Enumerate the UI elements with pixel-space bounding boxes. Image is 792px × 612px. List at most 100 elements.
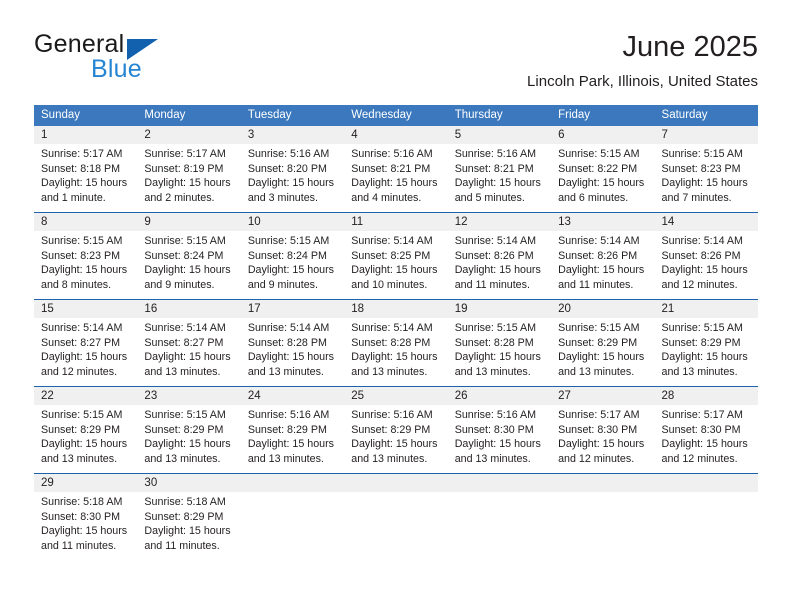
- day-cell[interactable]: Sunrise: 5:15 AM Sunset: 8:29 PM Daylight:…: [551, 321, 654, 384]
- day-cell-empty: [655, 495, 758, 558]
- day-cell[interactable]: Sunrise: 5:17 AM Sunset: 8:19 PM Daylight:…: [137, 147, 240, 210]
- day-number[interactable]: 12: [448, 213, 551, 231]
- day-number[interactable]: 21: [655, 300, 758, 318]
- day-detail-line: Daylight: 15 hours: [558, 351, 645, 364]
- day-detail-line: and 13 minutes.: [247, 452, 324, 465]
- day-detail-line: and 13 minutes.: [558, 365, 635, 378]
- day-cell[interactable]: Sunrise: 5:15 AM Sunset: 8:24 PM Daylight:…: [241, 234, 344, 297]
- day-number[interactable]: 7: [655, 126, 758, 144]
- location-subtitle: Lincoln Park, Illinois, United States: [527, 73, 758, 90]
- day-detail-line: Daylight: 15 hours: [144, 438, 231, 451]
- weekday-header-monday: Monday: [144, 109, 186, 121]
- day-cell[interactable]: Sunrise: 5:14 AM Sunset: 8:28 PM Daylight:…: [344, 321, 447, 384]
- day-detail-line: Sunset: 8:26 PM: [558, 249, 638, 262]
- day-detail-line: Sunset: 8:28 PM: [454, 336, 534, 349]
- day-number[interactable]: 2: [137, 126, 240, 144]
- day-number[interactable]: 22: [34, 387, 137, 405]
- day-number[interactable]: 9: [137, 213, 240, 231]
- day-number[interactable]: 15: [34, 300, 137, 318]
- day-number[interactable]: 14: [655, 213, 758, 231]
- day-cell[interactable]: Sunrise: 5:15 AM Sunset: 8:28 PM Daylight:…: [448, 321, 551, 384]
- calendar-page: General Blue June 2025 Lincoln Park, Ill…: [0, 0, 792, 612]
- day-number[interactable]: 30: [137, 474, 240, 492]
- day-cell[interactable]: Sunrise: 5:16 AM Sunset: 8:21 PM Daylight:…: [448, 147, 551, 210]
- day-cell[interactable]: Sunrise: 5:16 AM Sunset: 8:29 PM Daylight:…: [241, 408, 344, 471]
- day-detail-line: and 6 minutes.: [558, 191, 629, 204]
- day-cell[interactable]: Sunrise: 5:14 AM Sunset: 8:26 PM Daylight:…: [655, 234, 758, 297]
- day-number[interactable]: 24: [241, 387, 344, 405]
- day-cell[interactable]: Sunrise: 5:15 AM Sunset: 8:29 PM Daylight:…: [655, 321, 758, 384]
- day-detail-line: Daylight: 15 hours: [41, 351, 128, 364]
- day-detail-line: and 9 minutes.: [247, 278, 318, 291]
- day-cell[interactable]: Sunrise: 5:18 AM Sunset: 8:30 PM Daylight:…: [34, 495, 137, 558]
- day-detail-line: Daylight: 15 hours: [454, 177, 541, 190]
- day-cell[interactable]: Sunrise: 5:16 AM Sunset: 8:21 PM Daylight:…: [344, 147, 447, 210]
- day-number[interactable]: 5: [448, 126, 551, 144]
- day-cell[interactable]: Sunrise: 5:16 AM Sunset: 8:30 PM Daylight:…: [448, 408, 551, 471]
- day-detail-line: Daylight: 15 hours: [144, 264, 231, 277]
- day-cell[interactable]: Sunrise: 5:14 AM Sunset: 8:25 PM Daylight:…: [344, 234, 447, 297]
- day-number[interactable]: 11: [344, 213, 447, 231]
- day-detail-line: Daylight: 15 hours: [41, 525, 128, 538]
- day-cell[interactable]: Sunrise: 5:16 AM Sunset: 8:29 PM Daylight:…: [344, 408, 447, 471]
- day-cell[interactable]: Sunrise: 5:16 AM Sunset: 8:20 PM Daylight:…: [241, 147, 344, 210]
- day-cell[interactable]: Sunrise: 5:14 AM Sunset: 8:26 PM Daylight:…: [448, 234, 551, 297]
- day-number[interactable]: 1: [34, 126, 137, 144]
- day-detail-line: Daylight: 15 hours: [41, 177, 128, 190]
- day-detail-line: Sunset: 8:19 PM: [144, 162, 224, 175]
- day-cell[interactable]: Sunrise: 5:17 AM Sunset: 8:30 PM Daylight:…: [551, 408, 654, 471]
- day-number[interactable]: 29: [34, 474, 137, 492]
- brand-logo[interactable]: General Blue: [34, 30, 214, 88]
- day-detail-line: Sunrise: 5:15 AM: [144, 235, 226, 247]
- day-number[interactable]: 23: [137, 387, 240, 405]
- day-cell-empty: [241, 495, 344, 558]
- day-number-empty: [551, 474, 654, 492]
- week-daynumber-band: 8 9 10 11 12 13 14: [34, 213, 758, 231]
- day-detail-line: Sunset: 8:30 PM: [558, 423, 638, 436]
- day-detail-line: Sunset: 8:29 PM: [144, 423, 224, 436]
- day-detail-line: Daylight: 15 hours: [351, 351, 438, 364]
- day-number[interactable]: 13: [551, 213, 654, 231]
- day-detail-line: Sunset: 8:29 PM: [558, 336, 638, 349]
- day-number[interactable]: 19: [448, 300, 551, 318]
- day-cell[interactable]: Sunrise: 5:15 AM Sunset: 8:24 PM Daylight:…: [137, 234, 240, 297]
- day-detail-line: Sunrise: 5:14 AM: [661, 235, 743, 247]
- day-detail-line: and 13 minutes.: [454, 365, 531, 378]
- day-cell[interactable]: Sunrise: 5:15 AM Sunset: 8:29 PM Daylight:…: [137, 408, 240, 471]
- day-cell[interactable]: Sunrise: 5:15 AM Sunset: 8:23 PM Daylight:…: [34, 234, 137, 297]
- day-detail-line: Sunrise: 5:15 AM: [558, 148, 640, 160]
- day-number[interactable]: 28: [655, 387, 758, 405]
- day-detail-line: Sunrise: 5:16 AM: [351, 409, 433, 421]
- day-number[interactable]: 8: [34, 213, 137, 231]
- day-cell[interactable]: Sunrise: 5:15 AM Sunset: 8:23 PM Daylight:…: [655, 147, 758, 210]
- day-detail-line: and 4 minutes.: [351, 191, 422, 204]
- day-detail-line: Daylight: 15 hours: [454, 438, 541, 451]
- calendar-week-row: 29 30 Sunrise: 5:18 AM Sunset: 8:30 PM Dayli…: [34, 473, 758, 560]
- day-cell[interactable]: Sunrise: 5:15 AM Sunset: 8:29 PM Daylight:…: [34, 408, 137, 471]
- day-cell[interactable]: Sunrise: 5:18 AM Sunset: 8:29 PM Daylight:…: [137, 495, 240, 558]
- day-detail-line: Sunrise: 5:15 AM: [247, 235, 330, 247]
- day-cell[interactable]: Sunrise: 5:17 AM Sunset: 8:18 PM Daylight:…: [34, 147, 137, 210]
- day-number[interactable]: 3: [241, 126, 344, 144]
- day-number[interactable]: 4: [344, 126, 447, 144]
- day-detail-line: Daylight: 15 hours: [351, 264, 438, 277]
- day-number[interactable]: 25: [344, 387, 447, 405]
- calendar-week-row: 8 9 10 11 12 13 14 Sunrise: 5:15 AM Sunset: 8:23…: [34, 212, 758, 299]
- day-number[interactable]: 10: [241, 213, 344, 231]
- day-number[interactable]: 18: [344, 300, 447, 318]
- day-number[interactable]: 6: [551, 126, 654, 144]
- day-detail-line: and 10 minutes.: [351, 278, 428, 291]
- day-cell[interactable]: Sunrise: 5:14 AM Sunset: 8:26 PM Daylight:…: [551, 234, 654, 297]
- day-number[interactable]: 17: [241, 300, 344, 318]
- day-number[interactable]: 16: [137, 300, 240, 318]
- calendar-weeks: 1 2 3 4 5 6 7 Sunrise: 5:17 AM Sunset: 8:18 PM Da…: [34, 126, 758, 560]
- day-cell[interactable]: Sunrise: 5:14 AM Sunset: 8:27 PM Daylight:…: [34, 321, 137, 384]
- day-detail-line: Daylight: 15 hours: [247, 438, 334, 451]
- day-number[interactable]: 27: [551, 387, 654, 405]
- day-cell[interactable]: Sunrise: 5:14 AM Sunset: 8:28 PM Daylight:…: [241, 321, 344, 384]
- day-cell[interactable]: Sunrise: 5:17 AM Sunset: 8:30 PM Daylight:…: [655, 408, 758, 471]
- day-cell[interactable]: Sunrise: 5:15 AM Sunset: 8:22 PM Daylight:…: [551, 147, 654, 210]
- day-number[interactable]: 20: [551, 300, 654, 318]
- day-number[interactable]: 26: [448, 387, 551, 405]
- day-cell[interactable]: Sunrise: 5:14 AM Sunset: 8:27 PM Daylight:…: [137, 321, 240, 384]
